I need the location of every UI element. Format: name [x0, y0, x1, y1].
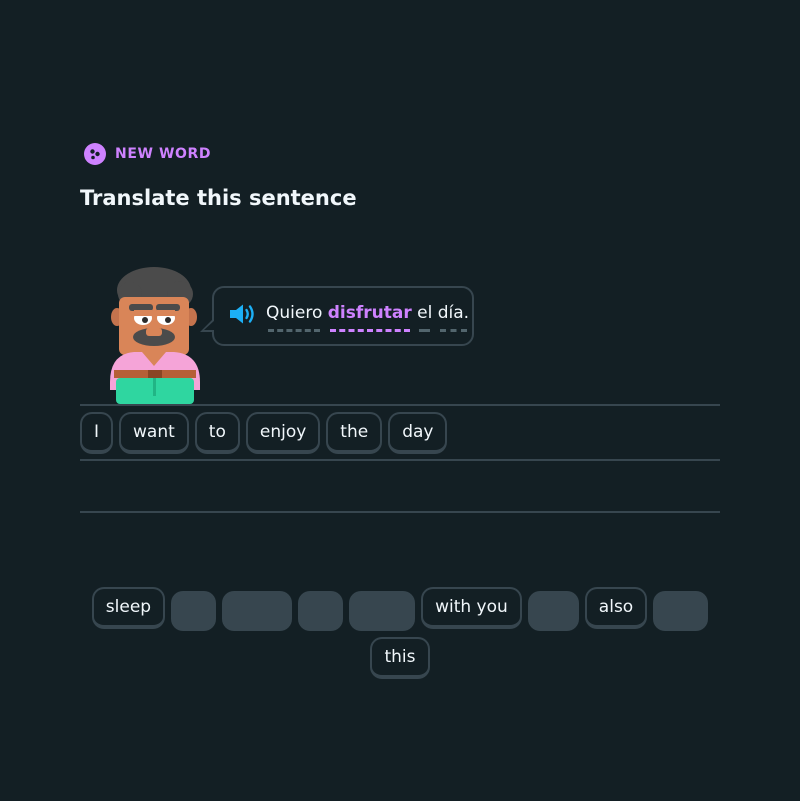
answer-tile[interactable]: the	[326, 412, 383, 454]
character-illustration	[104, 262, 208, 404]
new-word-icon	[84, 143, 106, 165]
word-bank-empty-slot	[527, 591, 579, 631]
answer-tile[interactable]: to	[194, 412, 240, 454]
prompt-word-new[interactable]: disfrutar	[328, 303, 412, 332]
prompt-word[interactable]: día.	[438, 303, 469, 332]
word-bank-row-2: this	[0, 637, 800, 679]
word-bank-tile[interactable]: with you	[421, 587, 522, 629]
answer-tile[interactable]: enjoy	[245, 412, 321, 454]
answer-tile[interactable]: want	[119, 412, 189, 454]
word-bank-row-1: sleep with you also	[0, 587, 800, 631]
word-bank-empty-slot	[349, 591, 416, 631]
prompt-sentence: Quiero disfrutar el día.	[266, 303, 469, 332]
word-bank-empty-slot	[653, 591, 709, 631]
word-bank-tile[interactable]: sleep	[91, 587, 166, 629]
answer-line-bottom	[80, 511, 720, 513]
word-bank-tile[interactable]: this	[370, 637, 430, 679]
answer-tile[interactable]: I	[80, 412, 114, 454]
prompt-word[interactable]: Quiero	[266, 303, 322, 332]
word-bank-empty-slot	[222, 591, 293, 631]
word-bank-empty-slot	[171, 591, 217, 631]
answer-area: I want to enjoy the day	[80, 412, 448, 454]
speech-bubble: Quiero disfrutar el día.	[200, 286, 474, 346]
word-bank-empty-slot	[298, 591, 344, 631]
prompt-word[interactable]: el	[417, 303, 432, 332]
speaker-icon[interactable]	[228, 303, 256, 329]
answer-line-top	[80, 404, 720, 406]
new-word-badge: NEW WORD	[84, 143, 211, 165]
new-word-label: NEW WORD	[115, 146, 212, 162]
word-bank-tile[interactable]: also	[584, 587, 648, 629]
answer-tile[interactable]: day	[388, 412, 448, 454]
page-title: Translate this sentence	[80, 186, 357, 210]
answer-line-middle	[80, 459, 720, 461]
